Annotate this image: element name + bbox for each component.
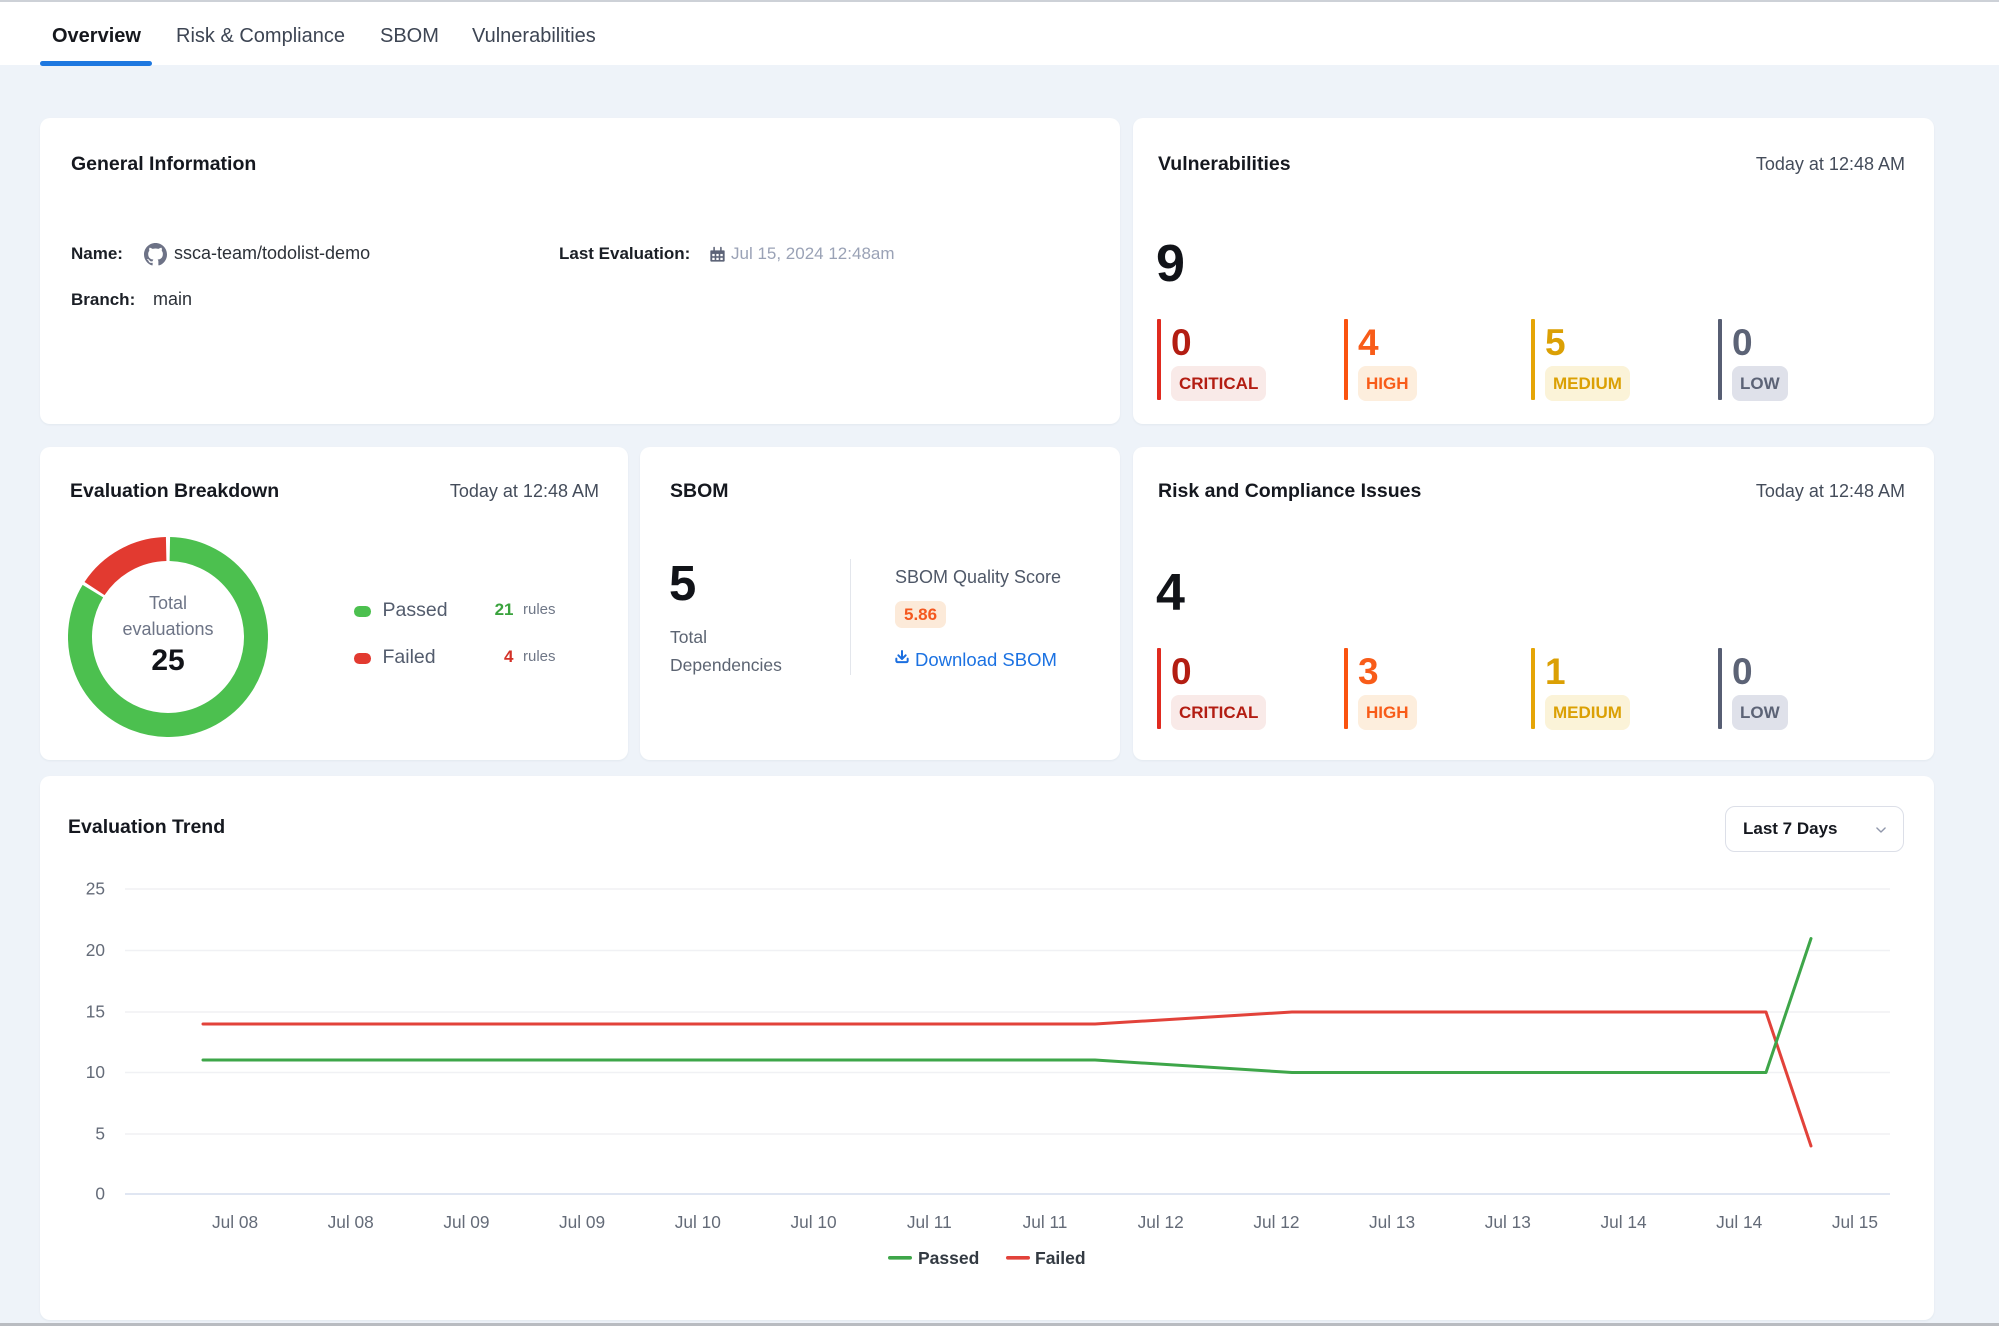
svg-text:Passed: Passed	[918, 1248, 979, 1268]
svg-text:Jul 15: Jul 15	[1832, 1212, 1878, 1232]
svg-text:Jul 13: Jul 13	[1369, 1212, 1415, 1232]
svg-text:5: 5	[95, 1124, 105, 1144]
svg-text:Jul 10: Jul 10	[790, 1212, 836, 1232]
svg-text:Jul 12: Jul 12	[1253, 1212, 1299, 1232]
svg-text:0: 0	[95, 1184, 105, 1204]
svg-text:Jul 08: Jul 08	[328, 1212, 374, 1232]
svg-text:Jul 14: Jul 14	[1716, 1212, 1763, 1232]
svg-text:Jul 10: Jul 10	[675, 1212, 721, 1232]
svg-text:Failed: Failed	[1035, 1248, 1086, 1268]
svg-text:20: 20	[86, 940, 105, 960]
svg-text:10: 10	[86, 1062, 105, 1082]
svg-text:15: 15	[86, 1002, 105, 1022]
svg-text:Jul 08: Jul 08	[212, 1212, 258, 1232]
svg-text:Jul 11: Jul 11	[1023, 1212, 1068, 1232]
svg-text:Jul 11: Jul 11	[907, 1212, 952, 1232]
svg-text:Jul 09: Jul 09	[443, 1212, 489, 1232]
svg-text:25: 25	[86, 879, 105, 899]
svg-text:Jul 12: Jul 12	[1138, 1212, 1184, 1232]
svg-text:Jul 14: Jul 14	[1600, 1212, 1647, 1232]
svg-text:Jul 13: Jul 13	[1485, 1212, 1531, 1232]
svg-text:Jul 09: Jul 09	[559, 1212, 605, 1232]
